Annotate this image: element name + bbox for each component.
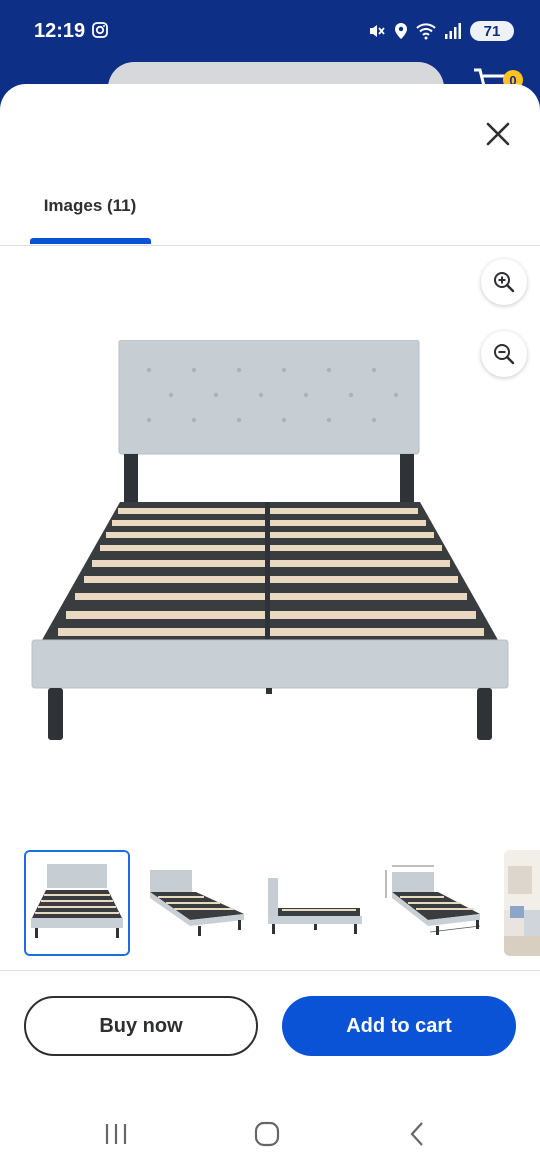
battery-icon: 71 — [470, 21, 514, 41]
thumbnail-dimensions-image — [380, 850, 486, 956]
wifi-icon — [416, 23, 436, 40]
signal-icon — [445, 23, 461, 39]
recents-button[interactable] — [96, 1118, 136, 1150]
thumbnail-front-view-image — [26, 852, 128, 954]
zoom-in-icon — [494, 272, 515, 293]
tab-images[interactable]: Images (11) — [30, 196, 150, 244]
location-icon — [395, 23, 407, 39]
back-icon — [410, 1122, 423, 1146]
status-time: 12:19 — [34, 20, 86, 42]
tab-indicator — [30, 238, 151, 244]
zoom-in-button[interactable] — [481, 259, 527, 305]
tab-images-label: Images (11) — [43, 196, 137, 215]
recents-icon — [105, 1124, 127, 1144]
home-button[interactable] — [247, 1118, 287, 1150]
thumbnail-room-scene[interactable] — [504, 850, 540, 956]
close-button[interactable] — [478, 114, 518, 154]
tab-divider — [0, 245, 540, 246]
thumbnail-dimensions[interactable] — [380, 850, 486, 956]
buy-now-button[interactable]: Buy now — [24, 996, 258, 1056]
add-to-cart-button[interactable]: Add to cart — [282, 996, 516, 1056]
image-viewer-sheet: Images (11) Buy now Add to cart — [0, 84, 540, 1170]
mute-icon — [370, 25, 385, 37]
thumbnail-front-view[interactable] — [24, 850, 130, 956]
back-button[interactable] — [398, 1118, 438, 1150]
system-nav-bar — [0, 1104, 540, 1164]
thumbnail-strip — [0, 850, 540, 960]
product-image-bed — [31, 340, 509, 740]
thumbnail-side-view-image — [260, 850, 366, 956]
thumbnail-side-view[interactable] — [260, 850, 366, 956]
image-viewer — [0, 254, 540, 834]
actions-divider — [0, 970, 540, 971]
thumbnail-angle-view[interactable] — [140, 850, 246, 956]
status-icons: 71 — [368, 18, 514, 44]
close-icon — [486, 122, 510, 146]
thumbnail-angle-view-image — [140, 850, 246, 956]
thumbnail-room-scene-image — [504, 850, 540, 956]
home-icon — [254, 1121, 280, 1147]
status-bar: 12:19 71 — [0, 0, 540, 64]
instagram-icon — [92, 22, 108, 38]
